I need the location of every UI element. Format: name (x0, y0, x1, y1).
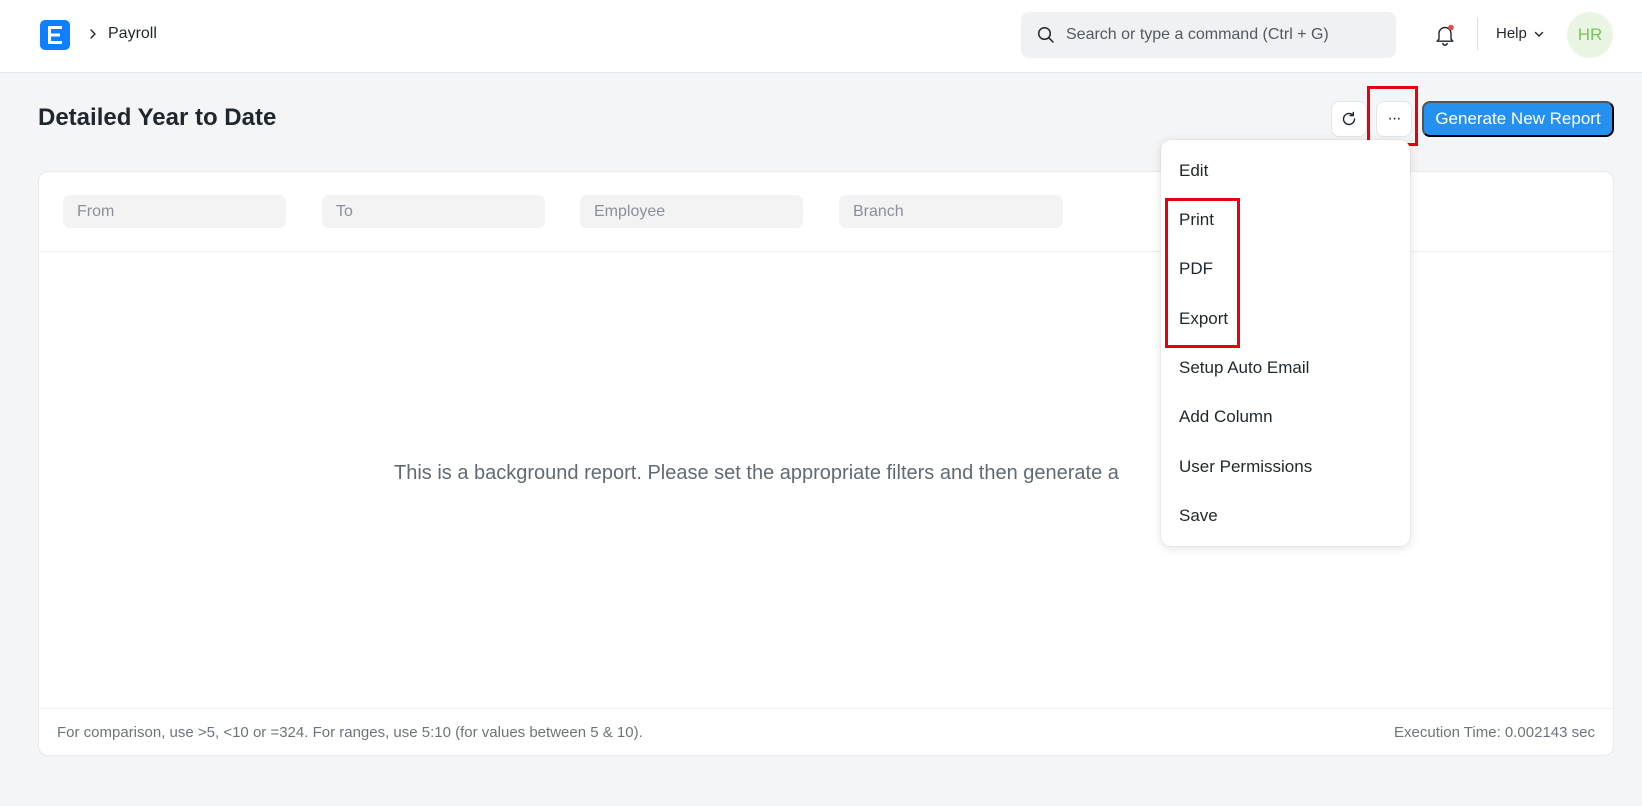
filter-to[interactable]: To (322, 195, 545, 228)
report-footer: For comparison, use >5, <10 or =324. For… (39, 708, 1613, 757)
chevron-down-icon (1534, 31, 1544, 37)
help-label: Help (1496, 25, 1527, 42)
search-icon (1037, 26, 1054, 43)
app-logo-icon[interactable] (40, 20, 70, 50)
search-input[interactable]: Search or type a command (Ctrl + G) (1021, 12, 1396, 58)
bell-icon (1436, 24, 1454, 46)
menu-item-user-permissions[interactable]: User Permissions (1179, 457, 1312, 477)
menu-item-setup-auto-email[interactable]: Setup Auto Email (1179, 358, 1309, 378)
chevron-right-icon (90, 29, 96, 39)
filter-from[interactable]: From (63, 195, 286, 228)
execution-time: Execution Time: 0.002143 sec (1394, 724, 1595, 741)
navbar: Payroll Search or type a command (Ctrl +… (0, 0, 1642, 73)
menu-item-save[interactable]: Save (1179, 506, 1218, 526)
highlight-export-items (1165, 198, 1240, 348)
filter-branch[interactable]: Branch (839, 195, 1063, 228)
notifications-button[interactable] (1432, 22, 1458, 48)
breadcrumb-payroll[interactable]: Payroll (108, 24, 157, 44)
filter-employee[interactable]: Employee (580, 195, 803, 228)
help-dropdown[interactable]: Help (1496, 25, 1545, 43)
generate-new-report-button[interactable]: Generate New Report (1422, 101, 1614, 137)
refresh-icon (1342, 111, 1356, 126)
menu-item-add-column[interactable]: Add Column (1179, 407, 1273, 427)
search-placeholder: Search or type a command (Ctrl + G) (1066, 26, 1329, 43)
page-title: Detailed Year to Date (38, 104, 277, 131)
highlight-more-button (1367, 86, 1418, 146)
user-avatar[interactable]: HR (1567, 12, 1613, 58)
navbar-divider (1477, 18, 1478, 50)
empty-report-message: This is a background report. Please set … (394, 462, 1119, 484)
filter-hint-text: For comparison, use >5, <10 or =324. For… (57, 724, 643, 741)
menu-item-edit[interactable]: Edit (1179, 161, 1208, 181)
refresh-button[interactable] (1331, 101, 1367, 137)
